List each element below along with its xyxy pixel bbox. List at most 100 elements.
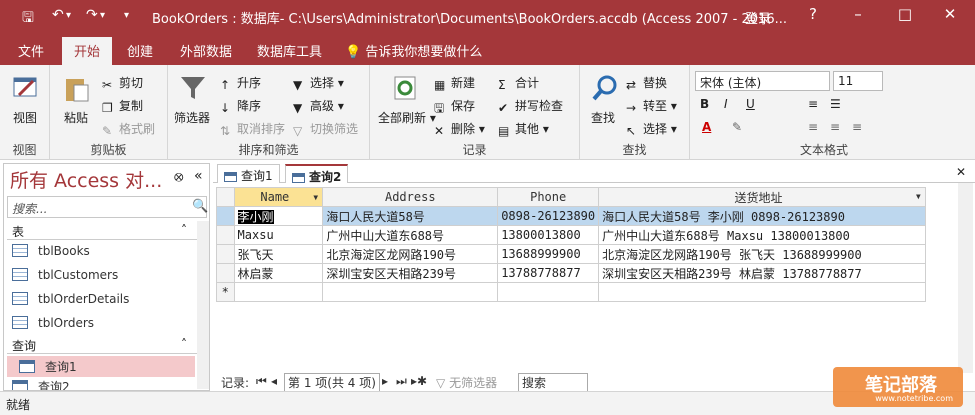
table-row[interactable]: 李小刚 海口人民大道58号 0898-26123890 海口人民大道58号 李小… — [216, 206, 926, 226]
tab-query1[interactable]: 查询1 — [217, 164, 280, 183]
new-record-row[interactable]: * — [216, 282, 926, 302]
minimize-icon[interactable]: – — [843, 5, 873, 23]
bullets-icon[interactable]: ≡ — [808, 97, 818, 111]
more-button[interactable]: ▤ 其他 ▾ — [498, 120, 549, 138]
view-button[interactable]: 视图 — [13, 109, 37, 126]
table-cell[interactable]: 海口人民大道58号 李小刚 0898-26123890 — [598, 206, 926, 226]
align-left-icon[interactable]: ≡ — [808, 120, 818, 134]
numbering-icon[interactable]: ☰ — [830, 97, 841, 111]
nav-item-tblcustomers[interactable]: tblCustomers — [12, 268, 118, 282]
column-header[interactable]: 送货地址 ▾ — [598, 187, 926, 207]
no-filter-button[interactable]: ▽ 无筛选器 — [436, 374, 497, 391]
redo-icon[interactable]: ↷ — [86, 7, 98, 23]
last-record-icon[interactable]: ⏭ — [396, 374, 407, 389]
copy-button[interactable]: ❐ 复制 — [102, 97, 143, 115]
close-tab-icon[interactable]: ✕ — [956, 165, 966, 179]
nav-item-tblorderdetails[interactable]: tblOrderDetails — [12, 292, 129, 306]
collapse-tables-icon[interactable]: ˄ — [181, 223, 187, 237]
column-header[interactable]: Name ▾ — [233, 187, 324, 207]
save-icon[interactable]: 🖫 — [22, 7, 34, 31]
tab-database-tools[interactable]: 数据库工具 — [257, 41, 322, 60]
select-all-cell[interactable] — [216, 187, 235, 207]
undo-dropdown-icon[interactable]: ▾ — [66, 10, 71, 21]
table-cell[interactable]: 海口人民大道58号 — [322, 206, 499, 226]
table-cell[interactable]: 13688999900 — [497, 244, 600, 264]
sort-desc-button[interactable]: ↓ 降序 — [220, 97, 261, 115]
row-selector[interactable] — [216, 263, 235, 283]
nav-item-tblorders[interactable]: tblOrders — [12, 316, 94, 330]
nav-item-query2[interactable]: 查询2 — [12, 378, 70, 390]
redo-dropdown-icon[interactable]: ▾ — [100, 10, 105, 21]
nav-collapse-icon[interactable]: « — [194, 168, 203, 184]
collapse-queries-icon[interactable]: ˄ — [181, 337, 187, 351]
new-record-nav-icon[interactable]: ▸✱ — [411, 374, 427, 388]
table-cell[interactable]: 深圳宝安区天相路239号 — [322, 263, 499, 283]
login-link[interactable]: 登录 — [745, 8, 771, 27]
nav-menu-icon[interactable]: ⭙ — [174, 170, 184, 185]
find-button[interactable]: 查找 — [591, 109, 615, 126]
row-selector[interactable] — [216, 225, 235, 245]
filter-button[interactable]: 筛选器 — [174, 109, 210, 126]
toggle-filter-button[interactable]: ▽ 切换筛选 — [293, 120, 358, 138]
customize-qat-icon[interactable]: ▾ — [124, 10, 129, 21]
refresh-all-button[interactable]: 全部刷新 ▾ — [378, 109, 436, 126]
table-cell[interactable]: Maxsu — [233, 225, 324, 245]
table-row[interactable]: 林启蒙 深圳宝安区天相路239号 13788778877 深圳宝安区天相路239… — [216, 263, 926, 283]
tab-home[interactable]: 开始 — [62, 37, 113, 65]
sort-asc-button[interactable]: ↑ 升序 — [220, 74, 261, 92]
table-cell[interactable]: 0898-26123890 — [497, 206, 600, 226]
new-record-button[interactable]: ▦ 新建 — [434, 74, 475, 92]
tab-query2[interactable]: 查询2 — [285, 164, 349, 184]
undo-icon[interactable]: ↶ — [52, 7, 64, 23]
table-cell[interactable]: 张飞天 — [233, 244, 324, 264]
paste-button[interactable]: 粘贴 — [64, 109, 88, 126]
sort-dropdown-icon[interactable]: ▾ — [312, 190, 319, 204]
vertical-scrollbar[interactable] — [958, 183, 973, 373]
table-row[interactable]: Maxsu 广州中山大道东688号 13800013800 广州中山大道东688… — [216, 225, 926, 245]
next-record-icon[interactable]: ▸ — [382, 374, 388, 388]
nav-title[interactable]: 所有 Access 对... — [10, 166, 162, 193]
column-header[interactable]: Phone — [497, 187, 600, 207]
search-icon[interactable]: 🔍 — [192, 199, 208, 214]
table-cell[interactable] — [598, 282, 926, 302]
goto-button[interactable]: → 转至 ▾ — [626, 97, 677, 115]
font-select[interactable]: 宋体 (主体) — [695, 71, 830, 91]
table-cell[interactable] — [233, 282, 324, 302]
italic-button[interactable]: I — [724, 97, 728, 111]
row-selector[interactable] — [216, 244, 235, 264]
table-cell[interactable]: 林启蒙 — [233, 263, 324, 283]
format-painter-button[interactable]: ✎ 格式刷 — [102, 120, 155, 138]
table-cell[interactable]: 13800013800 — [497, 225, 600, 245]
table-cell[interactable]: 深圳宝安区天相路239号 林启蒙 13788778877 — [598, 263, 926, 283]
align-right-icon[interactable]: ≡ — [852, 120, 862, 134]
table-cell[interactable]: 广州中山大道东688号 Maxsu 13800013800 — [598, 225, 926, 245]
align-center-icon[interactable]: ≡ — [830, 120, 840, 134]
row-selector[interactable] — [216, 206, 235, 226]
record-search-input[interactable]: 搜索 — [518, 373, 588, 392]
nav-item-query1[interactable]: 查询1 — [7, 356, 195, 377]
nav-search-input[interactable]: 搜索... — [7, 196, 207, 218]
bold-button[interactable]: B — [700, 97, 709, 111]
selection-button[interactable]: ▼ 选择 ▾ — [293, 74, 344, 92]
nav-section-tables[interactable]: 表 ˄ — [7, 220, 207, 240]
table-cell[interactable]: 李小刚 — [233, 206, 324, 226]
close-icon[interactable]: ✕ — [935, 5, 965, 23]
first-record-icon[interactable]: ⏮ — [256, 374, 267, 389]
nav-section-queries[interactable]: 查询 ˄ — [7, 334, 207, 354]
highlight-icon[interactable]: ✎ — [732, 120, 742, 134]
tab-external-data[interactable]: 外部数据 — [180, 41, 232, 60]
table-cell[interactable] — [322, 282, 499, 302]
record-position-input[interactable]: 第 1 项(共 4 项) — [284, 373, 380, 392]
column-header[interactable]: Address — [322, 187, 499, 207]
table-cell[interactable]: 北京海淀区龙网路190号 — [322, 244, 499, 264]
tab-create[interactable]: 创建 — [127, 41, 153, 60]
table-cell[interactable]: 北京海淀区龙网路190号 张飞天 13688999900 — [598, 244, 926, 264]
table-cell[interactable]: 13788778877 — [497, 263, 600, 283]
tab-file[interactable]: 文件 — [18, 41, 44, 60]
help-button[interactable]: ? — [798, 5, 828, 23]
spelling-button[interactable]: ✔ 拼写检查 — [498, 97, 563, 115]
font-size-select[interactable]: 11 — [833, 71, 883, 91]
replace-button[interactable]: ⇄ 替换 — [626, 74, 667, 92]
remove-sort-button[interactable]: ⇅ 取消排序 — [220, 120, 285, 138]
sort-dropdown-icon[interactable]: ▾ — [915, 189, 922, 203]
